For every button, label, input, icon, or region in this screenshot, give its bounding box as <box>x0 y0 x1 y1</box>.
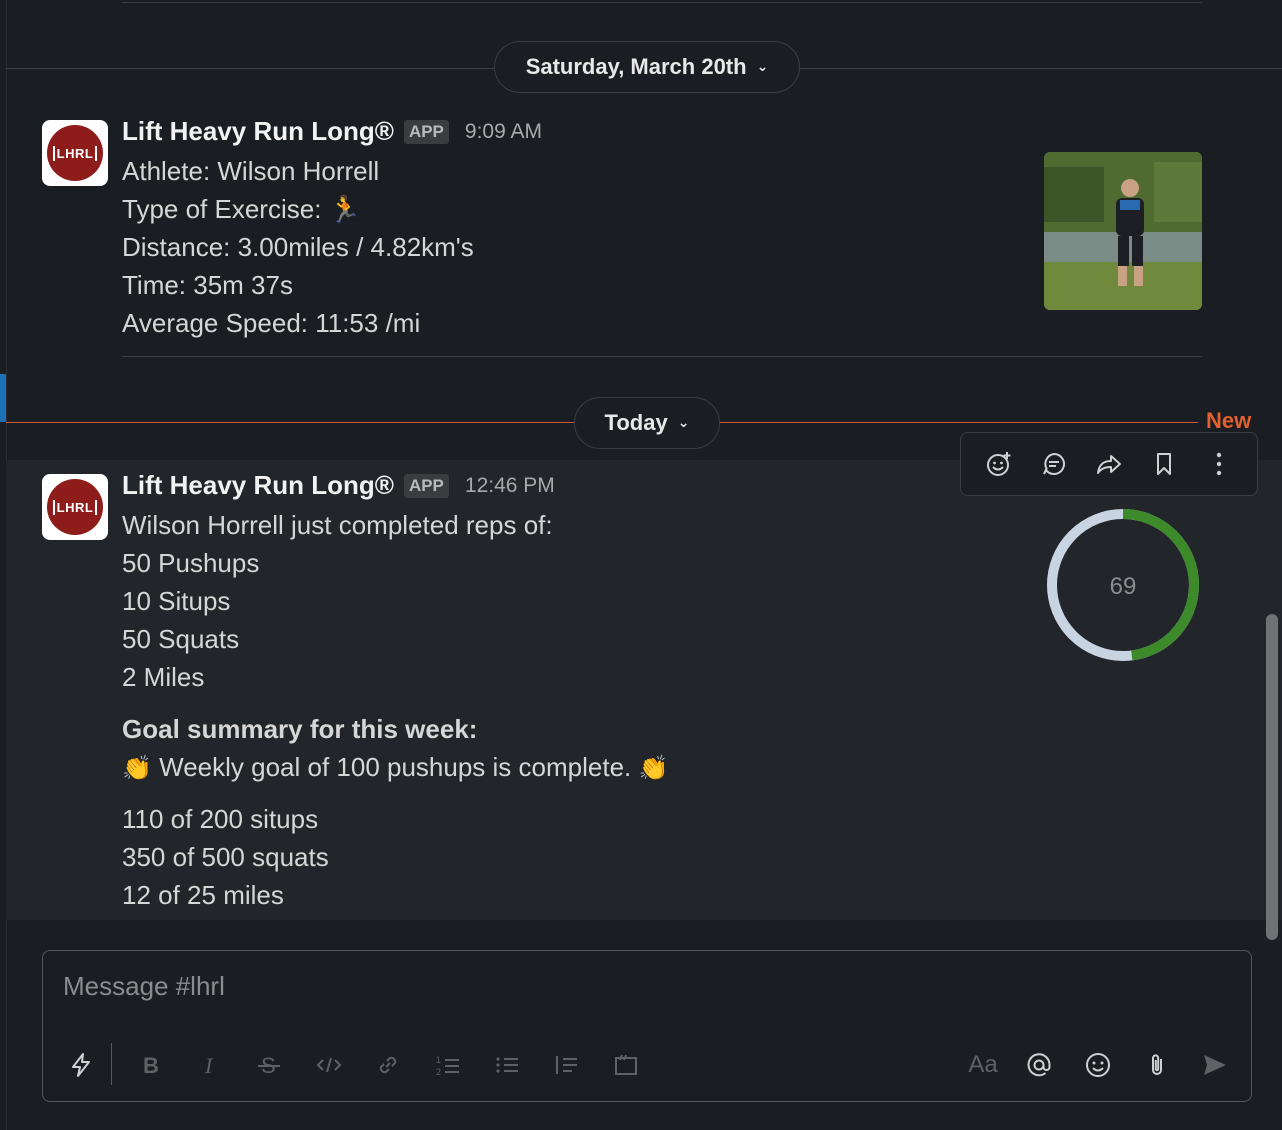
blockquote-button[interactable] <box>546 1045 586 1085</box>
attach-icon <box>1152 1054 1162 1075</box>
bookmark-icon <box>1157 453 1172 475</box>
donut-value: 69 <box>1110 573 1137 600</box>
sender-name[interactable]: Lift Heavy Run Long® <box>122 116 394 147</box>
code-icon <box>316 1057 342 1073</box>
goal-complete-text: Weekly goal of 100 pushups is complete. <box>159 752 632 782</box>
avatar[interactable]: LHRL <box>42 120 108 186</box>
message-header: Lift Heavy Run Long® APP 12:46 PM <box>122 470 555 501</box>
timestamp[interactable]: 12:46 PM <box>465 474 555 498</box>
lhrl-logo: LHRL <box>47 479 103 535</box>
code-button[interactable] <box>309 1045 349 1085</box>
emoji-icon <box>1086 1053 1110 1077</box>
bold-icon: B <box>143 1053 159 1078</box>
date-label: Saturday, March 20th <box>525 54 747 79</box>
link-icon <box>379 1056 397 1074</box>
mention-button[interactable] <box>1019 1045 1059 1085</box>
formatting-toolbar: B I S 12 Aa <box>43 1043 1251 1087</box>
progress-donut[interactable]: 69 <box>1044 506 1202 664</box>
chevron-down-icon: ⌄ <box>677 413 690 430</box>
date-jump-button-today[interactable]: Today ⌄ <box>574 397 720 449</box>
link-button[interactable] <box>368 1045 408 1085</box>
clap-emoji[interactable]: 👏 <box>122 755 152 782</box>
ordered-list-button[interactable]: 12 <box>428 1045 468 1085</box>
distance-line: Distance: 3.00miles / 4.82km's <box>122 232 474 262</box>
strikethrough-icon: S <box>258 1053 280 1078</box>
lhrl-logo: LHRL <box>47 125 103 181</box>
average-speed-line: Average Speed: 11:53 /mi <box>122 308 421 338</box>
italic-icon: I <box>204 1053 214 1078</box>
athlete-line: Athlete: Wilson Horrell <box>122 156 380 186</box>
app-badge: APP <box>403 119 449 144</box>
message-input[interactable]: Message #lhrl <box>63 971 225 1002</box>
miles-goal-line: 12 of 25 miles <box>122 880 284 910</box>
code-block-icon <box>615 1054 637 1075</box>
add-reaction-button[interactable] <box>979 444 1019 484</box>
unread-marker <box>0 374 6 422</box>
text-format-icon: Aa <box>968 1051 998 1078</box>
sender-name[interactable]: Lift Heavy Run Long® <box>122 470 394 501</box>
share-button[interactable] <box>1089 444 1129 484</box>
send-button[interactable] <box>1195 1045 1235 1085</box>
miles-line: 2 Miles <box>122 662 205 692</box>
squats-goal-line: 350 of 500 squats <box>122 842 329 872</box>
svg-text:2: 2 <box>436 1067 441 1077</box>
completed-reps-line: Wilson Horrell just completed reps of: <box>122 510 553 540</box>
ordered-list-icon: 12 <box>436 1055 459 1077</box>
pushups-line: 50 Pushups <box>122 548 260 578</box>
date-label: Today <box>604 410 668 435</box>
scrollbar-thumb[interactable] <box>1266 614 1278 940</box>
blockquote-icon <box>556 1056 577 1074</box>
svg-text:B: B <box>143 1053 159 1078</box>
squats-line: 50 Squats <box>122 624 240 654</box>
toolbar-divider <box>111 1043 112 1085</box>
bulleted-list-button[interactable] <box>487 1045 527 1085</box>
emoji-button[interactable] <box>1078 1045 1118 1085</box>
situps-line: 10 Situps <box>122 586 231 616</box>
avatar[interactable]: LHRL <box>42 474 108 540</box>
add-reaction-icon <box>986 452 1011 476</box>
mention-icon <box>1027 1053 1051 1077</box>
code-block-button[interactable] <box>606 1045 646 1085</box>
athlete-photo[interactable] <box>1044 152 1202 310</box>
clap-emoji[interactable]: 👏 <box>639 755 669 782</box>
shortcuts-button[interactable] <box>61 1045 101 1085</box>
svg-text:1: 1 <box>436 1055 441 1065</box>
chevron-down-icon: ⌄ <box>756 57 769 74</box>
italic-button[interactable]: I <box>190 1045 230 1085</box>
goal-complete-line: 👏 Weekly goal of 100 pushups is complete… <box>122 752 668 784</box>
time-line: Time: 35m 37s <box>122 270 293 300</box>
message-actions-toolbar <box>960 432 1258 496</box>
exercise-type-line: Type of Exercise: 🏃 <box>122 194 362 224</box>
situps-goal-line: 110 of 200 situps <box>122 804 319 834</box>
bulleted-list-icon <box>496 1057 518 1073</box>
bookmark-button[interactable] <box>1144 444 1184 484</box>
app-badge: APP <box>403 473 449 498</box>
shortcuts-icon <box>72 1053 90 1077</box>
date-jump-button-previous[interactable]: Saturday, March 20th ⌄ <box>494 41 800 93</box>
top-divider <box>122 2 1202 3</box>
reply-thread-icon <box>1042 452 1065 475</box>
message-header: Lift Heavy Run Long® APP 9:09 AM <box>122 116 542 147</box>
attach-button[interactable] <box>1137 1045 1177 1085</box>
timestamp[interactable]: 9:09 AM <box>465 120 542 144</box>
share-icon <box>1096 455 1121 474</box>
reply-thread-button[interactable] <box>1034 444 1074 484</box>
text-format-button[interactable]: Aa <box>961 1045 1005 1085</box>
goal-summary-title: Goal summary for this week: <box>122 714 478 744</box>
message-composer[interactable]: Message #lhrl B I S 12 Aa <box>42 950 1252 1102</box>
new-label: New <box>1206 408 1252 433</box>
message-separator <box>122 356 1202 357</box>
bold-button[interactable]: B <box>131 1045 171 1085</box>
strikethrough-button[interactable]: S <box>249 1045 289 1085</box>
svg-text:I: I <box>204 1053 214 1078</box>
more-actions-button[interactable] <box>1199 444 1239 484</box>
more-actions-icon <box>1217 452 1222 476</box>
send-icon <box>1204 1055 1226 1075</box>
